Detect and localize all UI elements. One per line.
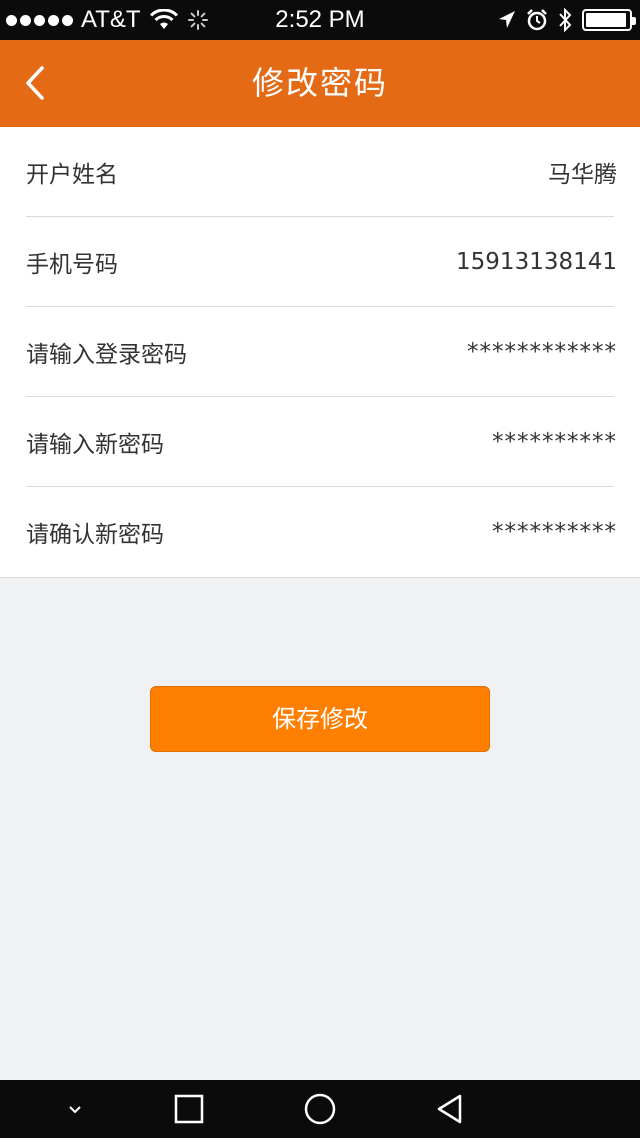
square-icon	[174, 1094, 204, 1124]
back-nav-button[interactable]	[420, 1080, 480, 1138]
new-password-row[interactable]: 请输入新密码 **********	[26, 397, 617, 487]
account-name-label: 开户姓名	[26, 161, 118, 188]
login-password-row[interactable]: 请输入登录密码 ************	[26, 307, 617, 397]
new-password-label: 请输入新密码	[26, 431, 164, 458]
alarm-icon	[527, 9, 547, 31]
account-name-row: 开户姓名 马华腾	[26, 127, 617, 217]
phone-label: 手机号码	[26, 251, 118, 278]
recent-apps-button[interactable]	[159, 1080, 219, 1138]
triangle-back-icon	[437, 1094, 462, 1124]
circle-icon	[304, 1093, 336, 1125]
back-button[interactable]	[18, 62, 58, 106]
account-name-value: 马华腾	[548, 161, 617, 188]
battery-icon	[582, 9, 636, 31]
home-button[interactable]	[290, 1080, 350, 1138]
login-password-label: 请输入登录密码	[26, 341, 187, 368]
header-bar: 修改密码	[0, 40, 640, 127]
chevron-down-icon	[69, 1106, 81, 1114]
system-nav-bar	[0, 1080, 640, 1138]
confirm-password-row[interactable]: 请确认新密码 **********	[26, 487, 617, 577]
page-title: 修改密码	[251, 64, 388, 102]
location-icon	[499, 11, 515, 28]
status-bar: AT&T 2:52 PM	[0, 0, 640, 40]
status-right	[498, 0, 636, 40]
confirm-password-label: 请确认新密码	[26, 522, 164, 548]
hide-keyboard-button[interactable]	[45, 1080, 105, 1138]
save-button[interactable]: 保存修改	[150, 686, 490, 752]
bluetooth-icon	[559, 8, 572, 32]
account-form: 开户姓名 马华腾 手机号码 15913138141 请输入登录密码 ******…	[0, 127, 640, 578]
new-password-field[interactable]: **********	[492, 429, 617, 455]
login-password-field[interactable]: ************	[467, 339, 617, 365]
phone-row: 手机号码 15913138141	[26, 217, 617, 307]
chevron-left-icon	[26, 66, 44, 100]
confirm-password-field[interactable]: **********	[492, 519, 617, 545]
phone-value: 15913138141	[456, 248, 617, 275]
